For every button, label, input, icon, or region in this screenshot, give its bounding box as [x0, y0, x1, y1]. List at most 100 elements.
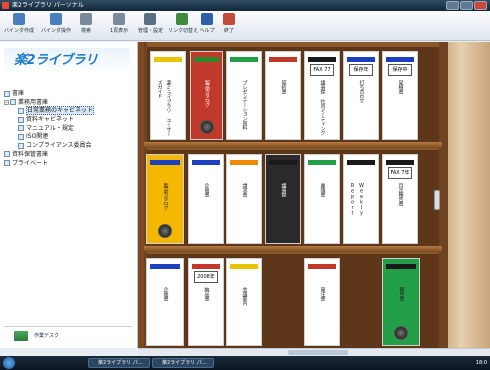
binder-title: 発注書 — [319, 287, 326, 301]
close-button[interactable] — [474, 1, 487, 10]
binder-title: プレゼンテーション資料 — [241, 80, 248, 130]
binder-label-tag: 保存中 — [388, 64, 412, 76]
taskbar-item[interactable]: 楽2ライブラリ パ... — [152, 358, 214, 368]
cabinet-tree: 書庫 − 業務用書庫 日常業務のキャビネット 資料キャビネット マニュアル・規定 ISO関連… — [2, 90, 136, 168]
binder-title: 稟議書 — [319, 183, 326, 197]
tree-item[interactable]: 資料保管書庫 — [2, 151, 136, 160]
binder-color-tab — [386, 160, 414, 165]
help-icon — [201, 13, 213, 25]
binder-color-tab — [230, 160, 258, 165]
binder-title: 請求書 — [241, 183, 248, 197]
binder[interactable]: 稟議書 — [304, 154, 340, 244]
desk-icon — [14, 331, 28, 341]
tree-item-label: 書庫 — [12, 90, 25, 97]
binder-title: 納品書 — [203, 287, 210, 301]
search-icon — [80, 13, 92, 25]
binder-color-tab — [150, 264, 180, 269]
binder[interactable]: 報告書 — [382, 258, 420, 346]
cabinet-door-handle[interactable] — [434, 190, 440, 210]
library-icon — [4, 160, 10, 166]
cabinet-view: 楽2ライブラリ ユーザーズガイド 製品カタログ プレゼンテーション資料 契約書 FAX … — [138, 42, 490, 348]
maximize-button[interactable] — [460, 1, 473, 10]
toolbar-button[interactable]: 終了 — [222, 13, 236, 34]
binder[interactable]: 企画書 — [146, 258, 184, 346]
tree-item-label: ISO関連 — [26, 133, 49, 141]
binder[interactable]: 請求書 — [226, 154, 262, 244]
toolbar-button[interactable]: ヘルプ — [196, 13, 218, 34]
tree-item[interactable]: 書庫 — [2, 90, 136, 99]
binder[interactable]: 楽2ライブラリ ユーザーズガイド — [150, 51, 186, 140]
binder[interactable]: 製品カタログ — [190, 51, 223, 140]
tree-item-label: 資料キャビネット — [26, 116, 75, 124]
binder[interactable]: 製品カタログ — [146, 154, 184, 244]
scroll-thumb[interactable] — [288, 350, 348, 355]
binder-color-tab — [308, 57, 336, 62]
binder-title: 議事録 — [280, 183, 287, 197]
toolbar-button[interactable]: 1頁表示 — [108, 13, 130, 34]
binder-title: 製品カタログ — [204, 80, 210, 107]
tree-item-label: 業務用書庫 — [18, 98, 49, 106]
binder[interactable]: 保存中 見積書 — [382, 51, 418, 140]
cabinet-side-panel — [442, 42, 490, 348]
binder[interactable]: Weekly Report — [343, 154, 379, 244]
work-desk-label: 作業デスク — [34, 333, 60, 339]
binder-color-tab — [192, 264, 220, 269]
toolbar-button-label: 1頁表示 — [109, 28, 129, 34]
binder-color-tab — [150, 160, 180, 165]
binder[interactable]: 会議案内 — [226, 258, 262, 346]
tree-item[interactable]: 日常業務のキャビネット — [2, 106, 136, 116]
tree-item[interactable]: マニュアル・規定 — [2, 125, 136, 134]
toolbar-button-label: ヘルプ — [199, 28, 215, 34]
toolbar-button[interactable]: 検索 — [78, 13, 94, 34]
binder[interactable]: 企画書 — [188, 154, 224, 244]
binder[interactable]: 保存年 打ち合わせ — [343, 51, 379, 140]
tree-item[interactable]: プライベート — [2, 160, 136, 169]
binder-color-tab — [347, 160, 375, 165]
binder-title: 打ち合わせ — [358, 80, 365, 103]
taskbar-item[interactable]: 楽2ライブラリ パ... — [88, 358, 150, 368]
binder-title: 契約書 — [280, 80, 287, 94]
binder[interactable]: 契約書 — [265, 51, 301, 140]
toolbar-button[interactable]: バインダ操作 — [36, 13, 76, 34]
binder-color-tab — [347, 57, 375, 62]
binder-color-tab — [308, 264, 336, 269]
minimize-button[interactable] — [446, 1, 459, 10]
toolbar-button-label: バインダ操作 — [40, 28, 71, 34]
binder-label-tag: FAX 77年 — [310, 64, 334, 76]
cabinet-icon — [18, 125, 24, 132]
toolbar-button-label: 管理・設定 — [138, 28, 164, 34]
cabinet-icon — [18, 107, 24, 114]
binder[interactable]: 2008年 納品書 — [188, 258, 224, 346]
binder-title: 製品カタログ — [162, 183, 169, 210]
binder-title: 見積書 — [397, 80, 404, 94]
binder[interactable]: プレゼンテーション資料 — [226, 51, 262, 140]
work-desk-button[interactable]: 作業デスク — [4, 326, 132, 344]
binder[interactable]: FAX 7年 月次報告書 — [382, 154, 418, 244]
tree-item[interactable]: コンプライアンス委員会 — [2, 142, 136, 151]
horizontal-scrollbar[interactable] — [138, 348, 490, 356]
toolbar-button[interactable]: バインダ作成 — [4, 13, 34, 34]
tree-toggle-icon[interactable]: − — [4, 99, 9, 105]
tree-item-label: コンプライアンス委員会 — [26, 142, 92, 150]
taskbar: 楽2ライブラリ パ... 楽2ライブラリ パ... 18:0 — [0, 356, 490, 370]
binder-color-tab — [386, 264, 416, 269]
library-icon — [10, 99, 16, 106]
start-button[interactable] — [3, 357, 15, 369]
binder[interactable]: FAX 77年議事録 社内ミーティング — [304, 51, 340, 140]
binder[interactable]: 発注書 — [304, 258, 340, 346]
library-icon — [4, 90, 10, 97]
toolbar-button[interactable]: 管理・設定 — [138, 13, 164, 34]
binder-title: 月次報告書 — [397, 183, 404, 206]
app-icon — [2, 2, 9, 9]
binder-color-tab — [386, 57, 414, 62]
tree-item[interactable]: 資料キャビネット — [2, 116, 136, 125]
cabinet-icon — [18, 133, 24, 140]
cabinet-icon — [18, 116, 24, 123]
binder-title: 報告書 — [398, 287, 405, 301]
binder[interactable]: 議事録 — [265, 154, 301, 244]
cabinet-icon — [18, 142, 24, 149]
binder-title: 楽2ライブラリ ユーザーズガイド — [156, 80, 172, 136]
app-logo: 楽2ライブラリ — [4, 48, 130, 74]
toolbar-button[interactable]: リンク切替え — [168, 13, 198, 34]
tree-item[interactable]: ISO関連 — [2, 133, 136, 142]
